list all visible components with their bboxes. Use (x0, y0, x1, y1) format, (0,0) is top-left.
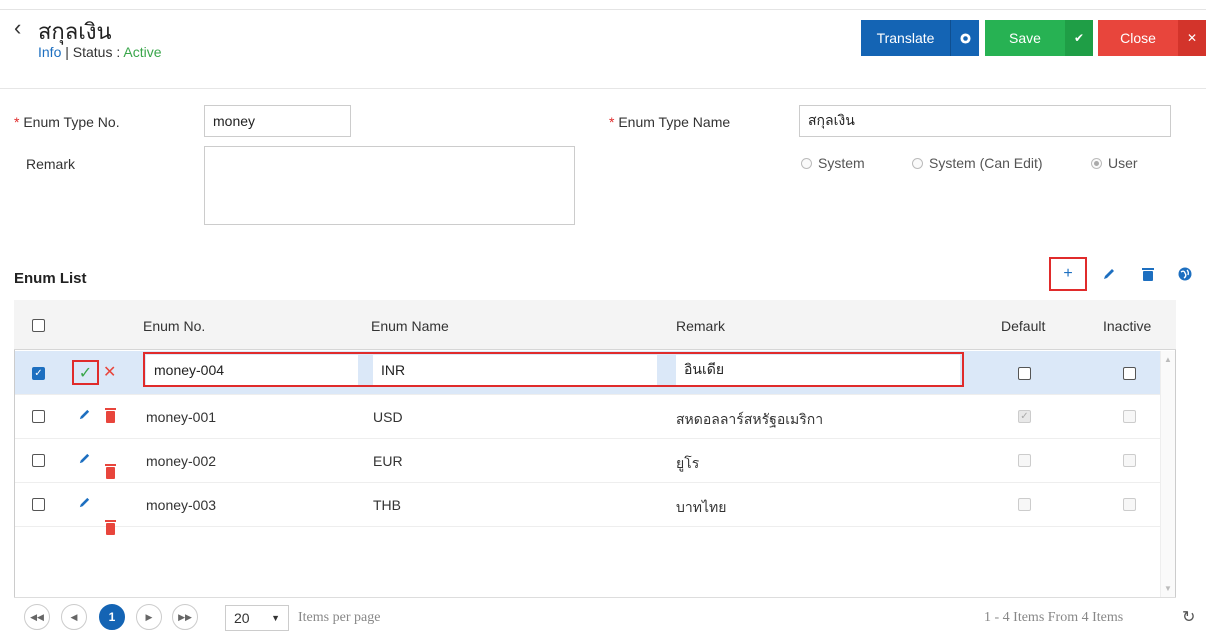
cell-enum-no: money-003 (146, 497, 217, 513)
vertical-scrollbar[interactable]: ▲ ▼ (1160, 351, 1175, 597)
enum-type-name-input[interactable]: สกุลเงิน (799, 105, 1171, 137)
radio-circle-icon (801, 157, 812, 169)
save-label: Save (1009, 30, 1041, 46)
back-icon[interactable]: ‹ (14, 17, 21, 39)
globe-icon (950, 20, 979, 56)
radio-system-can-edit[interactable]: System (Can Edit) (912, 155, 1043, 171)
radio-label: System (818, 155, 865, 171)
plus-icon: + (1063, 265, 1073, 282)
radio-label: System (Can Edit) (929, 155, 1043, 171)
refresh-icon[interactable]: ↻ (1182, 607, 1195, 627)
next-page-icon[interactable]: ▶ (136, 604, 162, 630)
page-subtitle: Info | Status : Active (38, 44, 162, 60)
header-divider (0, 88, 1206, 89)
translate-button[interactable]: Translate (861, 20, 979, 56)
pencil-icon (1104, 269, 1114, 279)
cancel-x-icon[interactable]: ✕ (103, 362, 116, 382)
close-icon: ✕ (1178, 20, 1206, 56)
trash-icon[interactable] (105, 520, 116, 535)
col-enum-name[interactable]: Enum Name (371, 318, 449, 334)
edit-inactive-checkbox[interactable] (1123, 367, 1136, 380)
edit-button[interactable] (1090, 257, 1128, 291)
close-button[interactable]: Close ✕ (1098, 20, 1206, 56)
pencil-icon[interactable] (78, 452, 91, 468)
enum-list-title: Enum List (14, 270, 87, 287)
radio-selected-icon (1091, 157, 1102, 169)
cell-remark: ยูโร (676, 455, 700, 471)
status-label: Status (72, 44, 113, 60)
col-remark[interactable]: Remark (676, 318, 725, 334)
edit-enum-no-input[interactable]: money-004 (146, 355, 358, 385)
row-checkbox[interactable] (32, 410, 45, 423)
trash-icon[interactable] (105, 464, 116, 479)
edit-enum-name-input[interactable]: INR (373, 355, 657, 385)
translate-list-button[interactable] (1166, 257, 1204, 291)
radio-label: User (1108, 155, 1138, 171)
last-page-icon[interactable]: ▶▶ (172, 604, 198, 630)
separator: | (65, 44, 69, 60)
dropdown-arrow-icon: ▼ (271, 613, 280, 623)
remark-textarea[interactable] (204, 146, 575, 225)
cell-remark: สหดอลลาร์สหรัฐอเมริกา (676, 411, 824, 427)
default-checkbox (1018, 454, 1031, 467)
row-checkbox[interactable]: ✓ (32, 367, 45, 380)
cell-enum-no: money-002 (146, 453, 217, 469)
radio-circle-icon (912, 157, 923, 169)
default-checkbox: ✓ (1018, 410, 1031, 423)
pager-summary: 1 - 4 Items From 4 Items (984, 610, 1124, 625)
pencil-icon[interactable] (78, 408, 91, 424)
top-border (0, 9, 1206, 10)
translate-label: Translate (876, 30, 935, 46)
save-button[interactable]: Save ✔ (985, 20, 1093, 56)
cell-enum-name: USD (373, 409, 403, 425)
col-default[interactable]: Default (1001, 318, 1045, 334)
radio-system[interactable]: System (801, 155, 865, 171)
current-page-button[interactable]: 1 (99, 604, 125, 630)
row-checkbox[interactable] (32, 498, 45, 511)
enum-type-no-label: * Enum Type No. (14, 114, 120, 130)
prev-page-icon[interactable]: ◀ (61, 604, 87, 630)
page-size-select[interactable]: 20 ▼ (225, 605, 289, 631)
default-checkbox (1018, 498, 1031, 511)
cell-remark: บาทไทย (676, 499, 727, 515)
cell-enum-name: THB (373, 497, 401, 513)
delete-button[interactable] (1129, 257, 1167, 291)
edit-default-checkbox[interactable] (1018, 367, 1031, 380)
radio-user[interactable]: User (1091, 155, 1138, 171)
info-link[interactable]: Info (38, 44, 61, 60)
first-page-icon[interactable]: ◀◀ (24, 604, 50, 630)
remark-label: Remark (26, 156, 76, 172)
edit-remark-input[interactable]: อินเดีย (676, 355, 960, 385)
enum-type-name-label: * Enum Type Name (609, 114, 731, 130)
col-enum-no[interactable]: Enum No. (143, 318, 205, 334)
status-value: Active (123, 44, 162, 60)
cell-enum-no: money-001 (146, 409, 217, 425)
cell-enum-name: EUR (373, 453, 403, 469)
inactive-checkbox (1123, 410, 1136, 423)
select-all-checkbox[interactable] (32, 319, 45, 332)
globe-icon (1178, 267, 1192, 281)
scroll-down-icon[interactable]: ▼ (1164, 584, 1172, 593)
items-per-page-label: Items per page (298, 610, 381, 625)
inactive-checkbox (1123, 454, 1136, 467)
scroll-up-icon[interactable]: ▲ (1164, 355, 1172, 364)
pencil-icon[interactable] (78, 496, 91, 512)
enum-type-no-input[interactable]: money (204, 105, 351, 137)
col-inactive[interactable]: Inactive (1103, 318, 1151, 334)
row-checkbox[interactable] (32, 454, 45, 467)
trash-icon (1142, 268, 1154, 281)
inactive-checkbox (1123, 498, 1136, 511)
check-icon: ✔ (1065, 20, 1093, 56)
confirm-check-icon[interactable]: ✓ (72, 360, 99, 385)
page-size-value: 20 (234, 610, 250, 626)
close-label: Close (1120, 30, 1156, 46)
add-button[interactable]: + (1049, 257, 1087, 291)
trash-icon[interactable] (105, 408, 116, 423)
status-colon: : (116, 44, 121, 60)
